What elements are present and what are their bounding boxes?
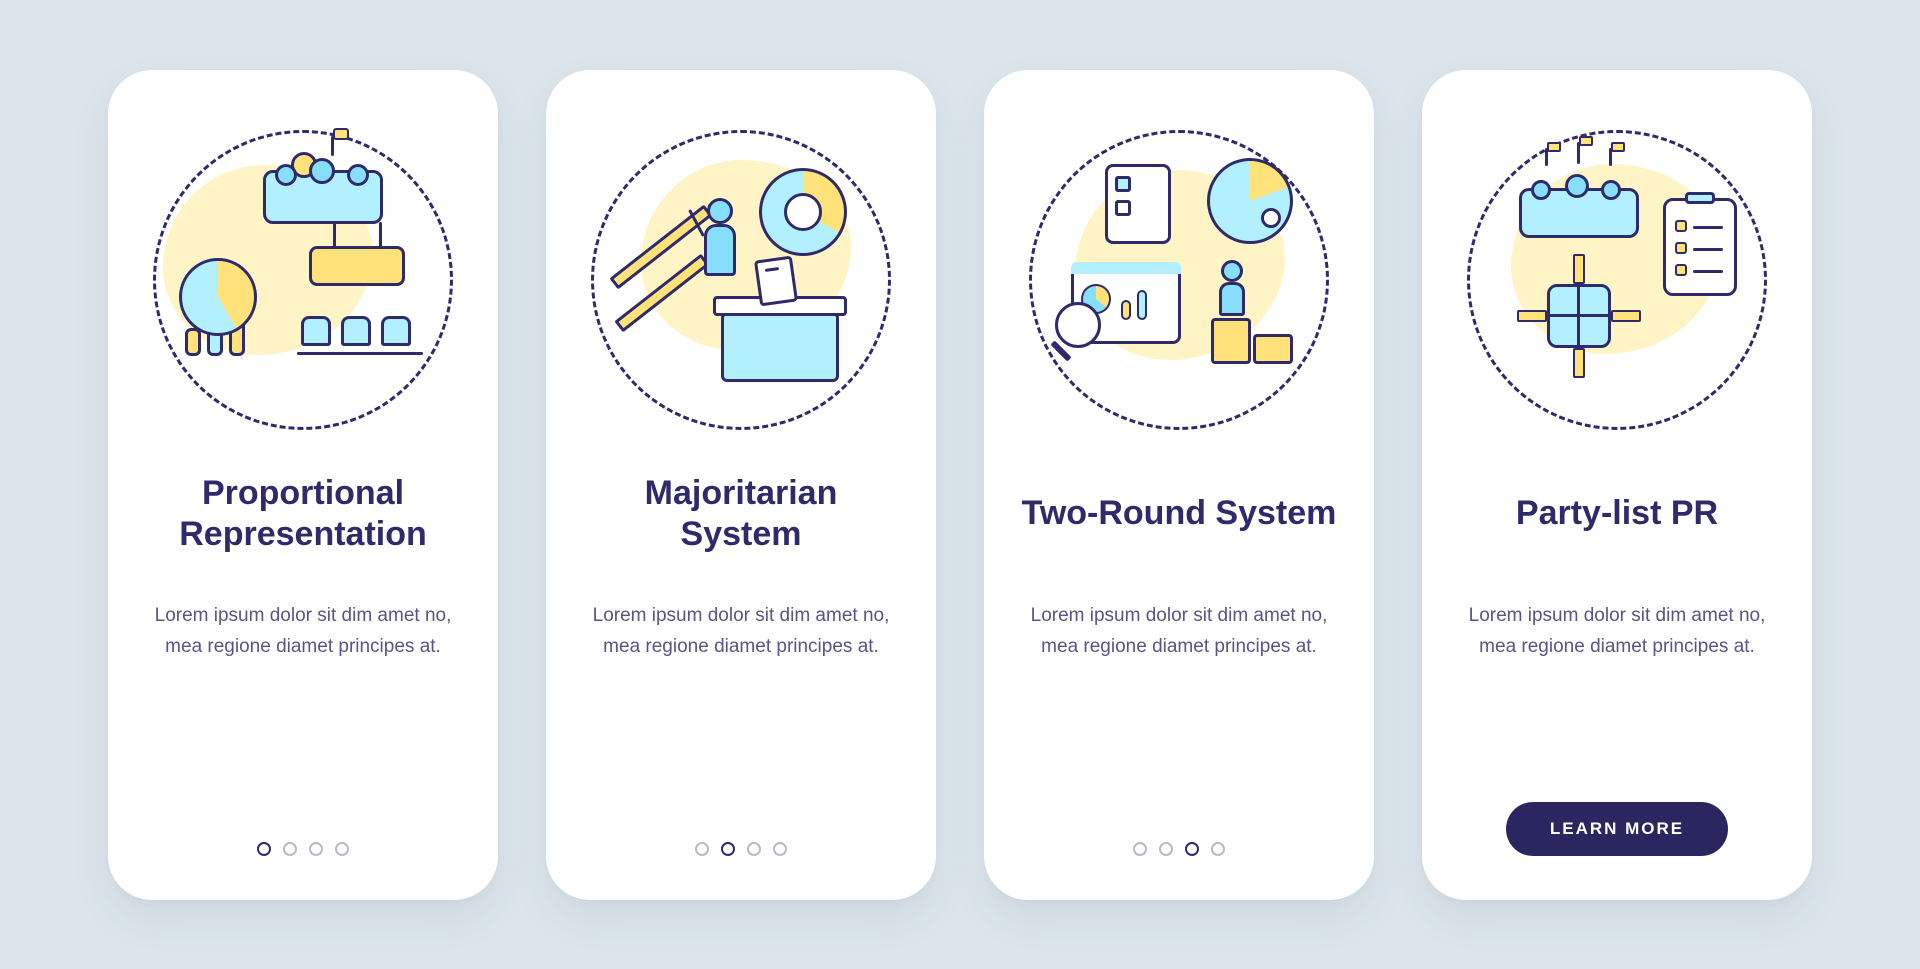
proportional-representation-icon: [153, 130, 453, 430]
card-title: Majoritarian System: [580, 472, 902, 556]
dot: [309, 842, 323, 856]
page-indicator: [1133, 842, 1225, 856]
dot: [283, 842, 297, 856]
card-body: Lorem ipsum dolor sit dim amet no, mea r…: [153, 600, 453, 663]
onboarding-card-3: Two-Round System Lorem ipsum dolor sit d…: [984, 70, 1374, 900]
card-title: Party-list PR: [1516, 472, 1718, 556]
dot: [1159, 842, 1173, 856]
card-body: Lorem ipsum dolor sit dim amet no, mea r…: [1467, 600, 1767, 663]
page-indicator: [257, 842, 349, 856]
dot: [335, 842, 349, 856]
party-list-pr-icon: [1467, 130, 1767, 430]
card-body: Lorem ipsum dolor sit dim amet no, mea r…: [1029, 600, 1329, 663]
onboarding-card-2: Majoritarian System Lorem ipsum dolor si…: [546, 70, 936, 900]
dot: [747, 842, 761, 856]
card-title: Two-Round System: [1022, 472, 1337, 556]
dot: [773, 842, 787, 856]
card-title: Proportional Representation: [142, 472, 464, 556]
dot: [695, 842, 709, 856]
onboarding-card-4: Party-list PR Lorem ipsum dolor sit dim …: [1422, 70, 1812, 900]
page-indicator: [695, 842, 787, 856]
dot: [1211, 842, 1225, 856]
two-round-system-icon: [1029, 130, 1329, 430]
card-body: Lorem ipsum dolor sit dim amet no, mea r…: [591, 600, 891, 663]
learn-more-button[interactable]: LEARN MORE: [1506, 802, 1728, 856]
dot: [1133, 842, 1147, 856]
onboarding-card-1: Proportional Representation Lorem ipsum …: [108, 70, 498, 900]
majoritarian-system-icon: [591, 130, 891, 430]
dot-active: [257, 842, 271, 856]
dot-active: [721, 842, 735, 856]
onboarding-row: Proportional Representation Lorem ipsum …: [108, 70, 1812, 900]
dot-active: [1185, 842, 1199, 856]
